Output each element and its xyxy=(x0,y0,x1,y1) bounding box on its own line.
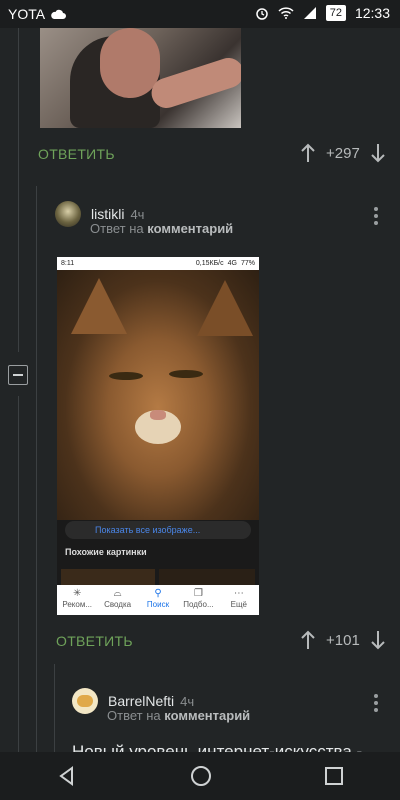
back-icon[interactable] xyxy=(57,766,77,786)
battery-indicator: 72 xyxy=(325,5,346,21)
man-head xyxy=(100,28,160,98)
upvote-arrow-icon[interactable] xyxy=(300,143,316,163)
screenshot-net-speed: 0,15КБ/с xyxy=(195,260,224,267)
vote-controls: +101 xyxy=(300,630,386,650)
cat-eye-left xyxy=(109,372,143,380)
carrier-name: YOTA xyxy=(8,6,46,22)
reply-to-prefix: Ответ на xyxy=(90,221,144,236)
reply-to-line: Ответ на комментарий xyxy=(90,221,233,236)
reply-button[interactable]: ОТВЕТИТЬ xyxy=(56,633,133,649)
screenshot-tab: ⌓ Сводка xyxy=(104,588,132,609)
reply-to-link[interactable]: комментарий xyxy=(164,708,250,723)
screenshot-battery: 77% xyxy=(240,260,255,267)
comment-score: +101 xyxy=(326,631,360,649)
thread-line-nested-2 xyxy=(54,664,55,752)
screenshot-tab: ⋯ Ещё xyxy=(230,588,248,609)
wifi-icon xyxy=(278,7,294,19)
cloud-icon xyxy=(51,9,67,19)
more-options-icon[interactable] xyxy=(374,207,378,228)
cat-photo xyxy=(57,270,259,520)
thread-line-nested xyxy=(36,186,37,752)
screenshot-thumb-1 xyxy=(61,569,155,585)
screenshot-tab: ✳ Реком... xyxy=(62,588,93,609)
status-bar: YOTA 72 12:33 xyxy=(0,0,400,28)
screenshot-status-bar: 8:11 0,15КБ/с 4G 77% xyxy=(57,257,259,270)
collapse-thread-button[interactable] xyxy=(8,365,28,385)
cat-eye-right xyxy=(169,370,203,378)
username[interactable]: BarrelNefti xyxy=(108,693,174,709)
downvote-arrow-icon[interactable] xyxy=(370,143,386,163)
man-arm xyxy=(147,54,241,112)
timestamp: 4ч xyxy=(180,693,195,709)
timestamp: 4ч xyxy=(130,206,145,222)
reply-to-line: Ответ на комментарий xyxy=(107,708,250,723)
signal-icon xyxy=(303,7,316,19)
vote-controls: +297 xyxy=(300,143,386,163)
thread-line-outer-lower xyxy=(18,396,19,752)
avatar[interactable] xyxy=(72,688,98,714)
screenshot-time: 8:11 xyxy=(61,260,75,267)
reply-to-prefix: Ответ на xyxy=(107,708,161,723)
more-options-icon[interactable] xyxy=(374,694,378,715)
screenshot-thumb-2 xyxy=(159,569,255,585)
clock: 12:33 xyxy=(354,5,390,21)
screenshot-tab: ❐ Подбо... xyxy=(183,588,214,609)
screenshot-tab: ⚲ Поиск xyxy=(146,588,170,609)
upvote-arrow-icon[interactable] xyxy=(300,630,316,650)
home-icon[interactable] xyxy=(190,765,212,787)
avatar[interactable] xyxy=(55,201,81,227)
screenshot-similar-heading: Похожие картинки xyxy=(65,547,147,557)
cat-ear-right xyxy=(197,280,253,336)
recents-icon[interactable] xyxy=(325,767,344,785)
screenshot-status-right: 0,15КБ/с 4G 77% xyxy=(196,260,255,267)
screenshot-bottom-nav: ✳ Реком... ⌓ Сводка ⚲ Поиск ❐ Подбо... ⋯ Ещё xyxy=(57,585,259,615)
screenshot-show-all: Показать все изображе... xyxy=(65,521,251,539)
reply-to-link[interactable]: комментарий xyxy=(147,221,233,236)
screenshot-network: 4G xyxy=(227,260,237,267)
cat-ear-left xyxy=(71,278,127,334)
cat-nose xyxy=(150,410,166,420)
comment-score: +297 xyxy=(326,144,360,162)
reply-button[interactable]: ОТВЕТИТЬ xyxy=(38,146,115,162)
avatar-emoji-icon xyxy=(77,695,93,707)
username[interactable]: listikli xyxy=(91,206,124,222)
comment-image-angry-man[interactable] xyxy=(40,28,241,128)
system-nav-bar xyxy=(0,752,400,800)
alarm-icon xyxy=(255,8,268,20)
thread-line-outer xyxy=(18,28,19,352)
downvote-arrow-icon[interactable] xyxy=(370,630,386,650)
comment-image-screenshot[interactable]: 8:11 0,15КБ/с 4G 77% Показать все изобра… xyxy=(57,257,259,615)
